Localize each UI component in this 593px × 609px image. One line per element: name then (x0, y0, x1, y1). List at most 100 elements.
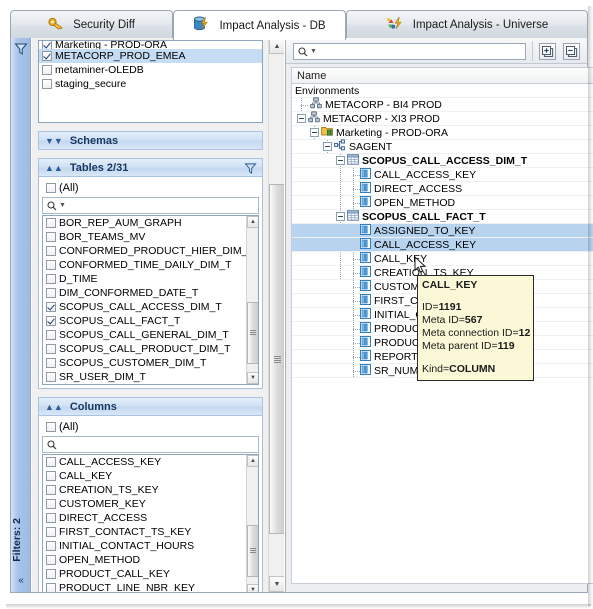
row-checkbox[interactable] (42, 79, 52, 89)
list-item[interactable]: CUSTOMER_KEY (43, 497, 258, 511)
list-item[interactable]: SCOPUS_CALL_FACT_T (43, 314, 258, 328)
row-checkbox[interactable] (46, 288, 56, 298)
columns-vertical-scrollbar[interactable]: ▲ ▼ (246, 455, 258, 592)
row-checkbox[interactable] (46, 358, 56, 368)
section-header-schemas[interactable]: ▼▼ Schemas (38, 131, 263, 150)
list-item[interactable]: BOR_REP_AUM_GRAPH (43, 216, 258, 230)
collapse-toggle-icon[interactable] (297, 114, 306, 123)
tree-row[interactable]: SAGENT (292, 139, 593, 154)
scroll-up-arrow[interactable]: ▲ (247, 455, 258, 467)
double-chevron-left-icon[interactable]: « (11, 575, 31, 586)
scroll-up-arrow[interactable]: ▲ (269, 38, 284, 54)
tree-row[interactable]: CALL_ACCESS_KEY (292, 167, 593, 182)
columns-listbox[interactable]: CALL_ACCESS_KEY CALL_KEY CREATION_TS_KEY… (42, 454, 259, 592)
tree-column-header[interactable]: Name (291, 67, 593, 84)
chevron-down-icon[interactable]: ▼ (310, 48, 317, 55)
scrollbar-thumb[interactable] (247, 525, 258, 577)
collapse-toggle-icon[interactable] (323, 142, 332, 151)
list-item[interactable]: DIM_CONFORMED_DATE_T (43, 286, 258, 300)
list-item[interactable]: DIRECT_ACCESS (43, 511, 258, 525)
tables-search-input[interactable]: ▼ (42, 197, 259, 214)
list-item[interactable]: METACORP_PROD_EMEA (39, 49, 262, 63)
row-checkbox[interactable] (46, 246, 56, 256)
row-checkbox[interactable] (46, 569, 56, 579)
list-item[interactable]: metaminer-OLEDB (39, 63, 262, 77)
scroll-down-arrow[interactable]: ▼ (247, 372, 258, 384)
tree-row[interactable]: METACORP - XI3 PROD (292, 111, 593, 126)
row-checkbox[interactable] (46, 485, 56, 495)
row-checkbox[interactable] (46, 555, 56, 565)
tree-row[interactable]: CALL_KEY (292, 251, 593, 266)
expand-all-button[interactable] (539, 43, 556, 60)
row-checkbox[interactable] (46, 232, 56, 242)
list-item[interactable]: CONFORMED_PRODUCT_HIER_DIM_T (43, 244, 258, 258)
collapse-toggle-icon[interactable] (336, 156, 345, 165)
row-checkbox[interactable] (46, 330, 56, 340)
list-item[interactable]: staging_secure (39, 77, 262, 91)
scroll-down-arrow[interactable]: ▼ (247, 584, 258, 592)
tables-select-all-row[interactable]: (All) (42, 179, 259, 196)
list-item[interactable]: SCOPUS_CUSTOMER_DIM_T (43, 356, 258, 370)
tree-search-input[interactable]: ▼ (293, 43, 526, 60)
row-checkbox[interactable] (46, 527, 56, 537)
list-item[interactable]: CREATION_TS_KEY (43, 483, 258, 497)
list-item[interactable]: INITIAL_CONTACT_HOURS (43, 539, 258, 553)
list-item[interactable]: Marketing - PROD-ORA (39, 41, 262, 49)
list-item[interactable]: OPEN_METHOD (43, 553, 258, 567)
row-checkbox[interactable] (46, 344, 56, 354)
row-checkbox[interactable] (46, 316, 56, 326)
scroll-down-arrow[interactable]: ▼ (269, 576, 284, 592)
filters-panel-scrollbar[interactable]: ▲ ▼ (268, 38, 284, 592)
list-item[interactable]: CALL_KEY (43, 469, 258, 483)
scroll-up-arrow[interactable]: ▲ (247, 216, 258, 228)
list-item[interactable]: FIRST_CONTACT_TS_KEY (43, 525, 258, 539)
tables-listbox[interactable]: BOR_REP_AUM_GRAPH BOR_TEAMS_MV CONFORMED… (42, 215, 259, 385)
row-checkbox[interactable] (42, 51, 52, 61)
list-item[interactable]: CONFORMED_TIME_DAILY_DIM_T (43, 258, 258, 272)
collapse-toggle-icon[interactable] (336, 212, 345, 221)
row-checkbox[interactable] (46, 302, 56, 312)
tree-row[interactable]: CALL_ACCESS_KEY (292, 237, 593, 252)
list-item[interactable]: PRODUCT_LINE_NBR_KEY (43, 581, 258, 592)
tree-row[interactable]: SCOPUS_CALL_FACT_T (292, 209, 593, 224)
row-checkbox[interactable] (46, 583, 56, 592)
tables-vertical-scrollbar[interactable]: ▲ ▼ (246, 216, 258, 384)
list-item[interactable]: SCOPUS_CALL_ACCESS_DIM_T (43, 300, 258, 314)
row-checkbox[interactable] (46, 260, 56, 270)
tree-row[interactable]: DIRECT_ACCESS (292, 181, 593, 196)
scrollbar-thumb[interactable] (269, 184, 284, 534)
filters-rail[interactable]: Filters: 2 « (11, 38, 31, 592)
tab-security-diff[interactable]: Security Diff (10, 10, 173, 39)
tree-row[interactable]: OPEN_METHOD (292, 195, 593, 210)
row-checkbox[interactable] (46, 372, 56, 382)
list-item[interactable]: D_TIME (43, 272, 258, 286)
list-item[interactable]: SCOPUS_CALL_GENERAL_DIM_T (43, 328, 258, 342)
row-checkbox[interactable] (46, 182, 56, 193)
funnel-icon[interactable] (244, 162, 257, 178)
collapse-all-button[interactable] (563, 43, 580, 60)
row-checkbox[interactable] (46, 499, 56, 509)
tree-row[interactable]: SCOPUS_CALL_ACCESS_DIM_T (292, 153, 593, 168)
columns-select-all-row[interactable]: (All) (42, 418, 259, 435)
connections-listbox[interactable]: Marketing - PROD-ORA METACORP_PROD_EMEA … (38, 40, 263, 123)
tree-row[interactable]: ASSIGNED_TO_KEY (292, 223, 593, 238)
row-checkbox[interactable] (42, 41, 52, 49)
columns-search-input[interactable] (42, 436, 259, 453)
section-header-tables[interactable]: ▲▲ Tables 2/31 (38, 158, 263, 177)
tab-impact-analysis-universe[interactable]: Impact Analysis - Universe (346, 10, 588, 39)
row-checkbox[interactable] (46, 513, 56, 523)
scrollbar-thumb[interactable] (247, 302, 258, 364)
list-item[interactable]: CALL_ACCESS_KEY (43, 455, 258, 469)
row-checkbox[interactable] (42, 65, 52, 75)
row-checkbox[interactable] (46, 457, 56, 467)
row-checkbox[interactable] (46, 421, 56, 432)
row-checkbox[interactable] (46, 274, 56, 284)
section-header-columns[interactable]: ▲▲ Columns (38, 397, 263, 416)
tree-row[interactable]: Marketing - PROD-ORA (292, 126, 593, 140)
tab-impact-analysis-db[interactable]: Impact Analysis - DB (173, 10, 346, 40)
list-item[interactable]: SCOPUS_CALL_PRODUCT_DIM_T (43, 342, 258, 356)
row-checkbox[interactable] (46, 541, 56, 551)
collapse-toggle-icon[interactable] (310, 128, 319, 137)
list-item[interactable]: PRODUCT_CALL_KEY (43, 567, 258, 581)
list-item[interactable]: SR_USER_DIM_T (43, 370, 258, 384)
